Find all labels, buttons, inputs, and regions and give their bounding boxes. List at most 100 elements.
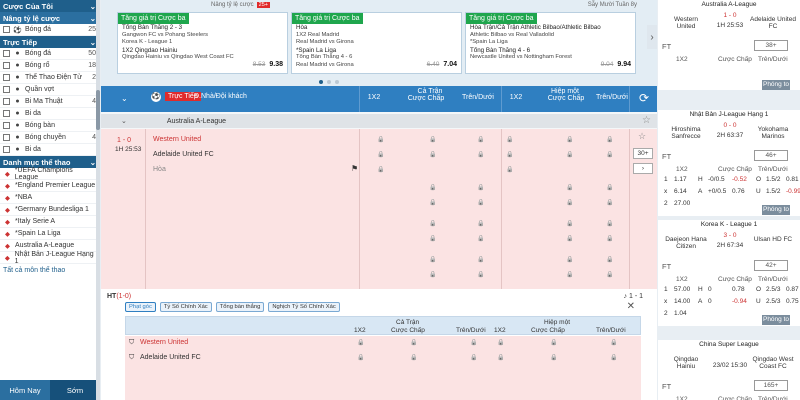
match-score: 1 - 0 [117, 137, 132, 144]
mini-odds-cell: 57.00 [674, 286, 691, 293]
more-count: 42+ [765, 262, 777, 269]
checkbox[interactable] [3, 146, 10, 153]
chip-reverse-correct-score[interactable]: Nghịch Tỷ Số Chính Xác [268, 302, 340, 312]
sidebar-item-league[interactable]: ◆ *England Premier League [0, 180, 99, 192]
top-strip-right[interactable]: Sẵy Mười Tuần 8y [588, 2, 637, 8]
chip-correct-score[interactable]: Tỷ Số Chính Xác [159, 302, 212, 312]
sidebar-item-league[interactable]: ◆ *Italy Serie A [0, 216, 99, 228]
zoom-button[interactable]: Phóng to [762, 205, 790, 215]
chevron-down-icon[interactable]: ⌄ [121, 117, 127, 125]
lock-icon: 🔒 [429, 272, 437, 278]
carousel-dot[interactable] [335, 80, 339, 84]
col-over-under-half: Trên/Dưới [596, 94, 628, 101]
carousel-dot[interactable] [319, 80, 323, 84]
close-icon[interactable]: ✕ [627, 301, 635, 312]
mini-odds-row[interactable]: x 6.14 A +0/0.5 0.76 U 1.5/2 -0.99 [658, 188, 800, 200]
stats-icon[interactable]: ⚑ [351, 164, 358, 173]
mini-match-card[interactable]: Korea K - League 1 Daejeon Hana Citizen Ul… [658, 220, 800, 326]
star-icon[interactable]: ☆ [642, 115, 651, 126]
promo-card-line: Tổng Bàn Thắng 4 - 6 [470, 46, 531, 54]
mini-more-button[interactable]: 38+ [754, 40, 788, 51]
league-label: *Spain La Liga [15, 230, 61, 237]
chip-corners[interactable]: Phạt góc [125, 302, 156, 312]
odds-boost-header[interactable]: Nâng tỷ lệ cược ⌄ [0, 12, 99, 24]
sub-col-1x2-half: 1X2 [494, 327, 506, 334]
checkbox[interactable] [3, 110, 10, 117]
sidebar-item-league[interactable]: ◆ Nhật Bản J-League Hạng 1 [0, 251, 99, 265]
more-markets-button[interactable]: 30+ [633, 148, 653, 159]
sidebar-item-odds-soccer[interactable]: ⚽ Bóng đá 25 [0, 24, 99, 36]
chevron-down-icon[interactable]: ⌄ [121, 94, 128, 103]
star-icon[interactable]: ☆ [638, 131, 646, 142]
promo-odds[interactable]: 8.53 9.38 [253, 61, 283, 68]
carousel-dot[interactable] [327, 80, 331, 84]
all-sports-link[interactable]: Tất cả môn thể thao [0, 264, 99, 276]
sub-home-team[interactable]: Western United [140, 339, 188, 346]
promo-odds[interactable]: 6.40 7.04 [427, 61, 457, 68]
sidebar-item-live[interactable]: ● Bóng bàn [0, 120, 99, 132]
mini-odds-cell: 0.78 [732, 286, 745, 293]
lock-icon: 🔒 [550, 340, 558, 346]
checkbox[interactable] [3, 134, 10, 141]
mini-more-button[interactable]: 165+ [754, 380, 788, 391]
carousel-next-button[interactable]: › [647, 25, 657, 49]
mini-odds-row[interactable]: x 14.00 A 0 -0.94 U 2.5/3 0.75 [658, 298, 800, 310]
mini-odds-row[interactable]: 1 57.00 H 0 0.78 O 2.5/3 0.87 [658, 286, 800, 298]
sidebar-item-live[interactable]: ● Bóng rổ 18 [0, 60, 99, 72]
mini-more-button[interactable]: 42+ [754, 260, 788, 271]
checkbox[interactable] [3, 98, 10, 105]
tab-early[interactable]: Sớm [50, 380, 99, 400]
esports-icon: ● [15, 74, 20, 81]
zoom-button[interactable]: Phóng to [762, 315, 790, 325]
live-header[interactable]: Trực Tiếp ⌄ [0, 36, 99, 48]
mini-ft-row: FT 46+ [662, 150, 788, 161]
sub-away-team[interactable]: Adelaide United FC [140, 354, 201, 361]
zoom-button[interactable]: Phóng to [762, 80, 790, 90]
sidebar-item-live[interactable]: ● Bi da [0, 108, 99, 120]
league-icon: ◆ [5, 218, 10, 226]
boosted-odds: 7.04 [443, 61, 457, 68]
league-label: *England Premier League [15, 182, 96, 189]
sidebar-item-league[interactable]: ◆ *Germany Bundesliga 1 [0, 204, 99, 216]
away-team-name[interactable]: Adelaide United FC [153, 151, 214, 158]
home-team-name[interactable]: Western United [153, 136, 201, 143]
lock-icon: 🔒 [506, 152, 514, 158]
tab-today[interactable]: Hôm Nay [0, 380, 50, 400]
mini-match-card[interactable]: Nhật Bản J-League Hạng 1 Hiroshima Sanfre… [658, 110, 800, 216]
promo-card[interactable]: Tăng giá trị Cược ba Hòa Trận/Cả Trận Ath… [465, 12, 636, 74]
checkbox[interactable] [3, 26, 10, 33]
mini-odds-row[interactable]: 1 1.17 H -0/0.5 -0.52 O 1.5/2 0.81 [658, 176, 800, 188]
sidebar-item-live[interactable]: ● Bi da [0, 144, 99, 156]
mini-more-button[interactable]: 46+ [754, 150, 788, 161]
lock-icon: 🔒 [566, 152, 574, 158]
sidebar-item-league[interactable]: ◆ *UEFA Champions League [0, 167, 99, 181]
league-bar[interactable]: ⌄ Australia A-League ☆ [101, 114, 657, 128]
promo-card[interactable]: Tăng giá trị Cược ba Tổng Bàn Thắng 2 - 3… [117, 12, 288, 74]
sidebar-item-live[interactable]: ● Bóng đá 50 [0, 48, 99, 60]
my-bets-header[interactable]: Cược Của Tôi ⌄ [0, 0, 99, 12]
sidebar-item-league[interactable]: ◆ *NBA [0, 192, 99, 204]
sidebar-scroll-thumb[interactable] [96, 90, 100, 130]
sidebar-item-live[interactable]: ● Thể Thao Điện Tử 2 [0, 72, 99, 84]
lock-icon: 🔒 [566, 185, 574, 191]
checkbox[interactable] [3, 86, 10, 93]
checkbox[interactable] [3, 50, 10, 57]
chip-total-goals[interactable]: Tổng bàn thắng [215, 302, 265, 312]
refresh-icon[interactable]: ⟳ [639, 91, 649, 105]
mini-teams: Western United Adelaide United FC 1 - 0 1H … [658, 10, 800, 35]
sidebar-item-league[interactable]: ◆ *Spain La Liga [0, 228, 99, 240]
checkbox[interactable] [3, 62, 10, 69]
mini-match-card[interactable]: Australia A-League Western United Adelaide… [658, 0, 800, 90]
sidebar-scrollbar[interactable] [96, 0, 100, 400]
checkbox[interactable] [3, 74, 10, 81]
mini-match-card[interactable]: China Super League Qingdao Hainiu Qingdao … [658, 340, 800, 400]
promo-odds[interactable]: 9.04 9.94 [601, 61, 631, 68]
sub-full-header: Cả Trận [396, 319, 420, 326]
sidebar-item-live[interactable]: ● Quần vợt [0, 84, 99, 96]
ht-text: HT [107, 293, 117, 300]
expand-button[interactable]: › [633, 163, 653, 174]
promo-card[interactable]: Tăng giá trị Cược ba Hòa 1X2 Real Madrid Re… [291, 12, 462, 74]
sidebar-item-live[interactable]: ● Bóng chuyền 4 [0, 132, 99, 144]
sidebar-item-live[interactable]: ● Bi Ma Thuật 4 [0, 96, 99, 108]
checkbox[interactable] [3, 122, 10, 129]
